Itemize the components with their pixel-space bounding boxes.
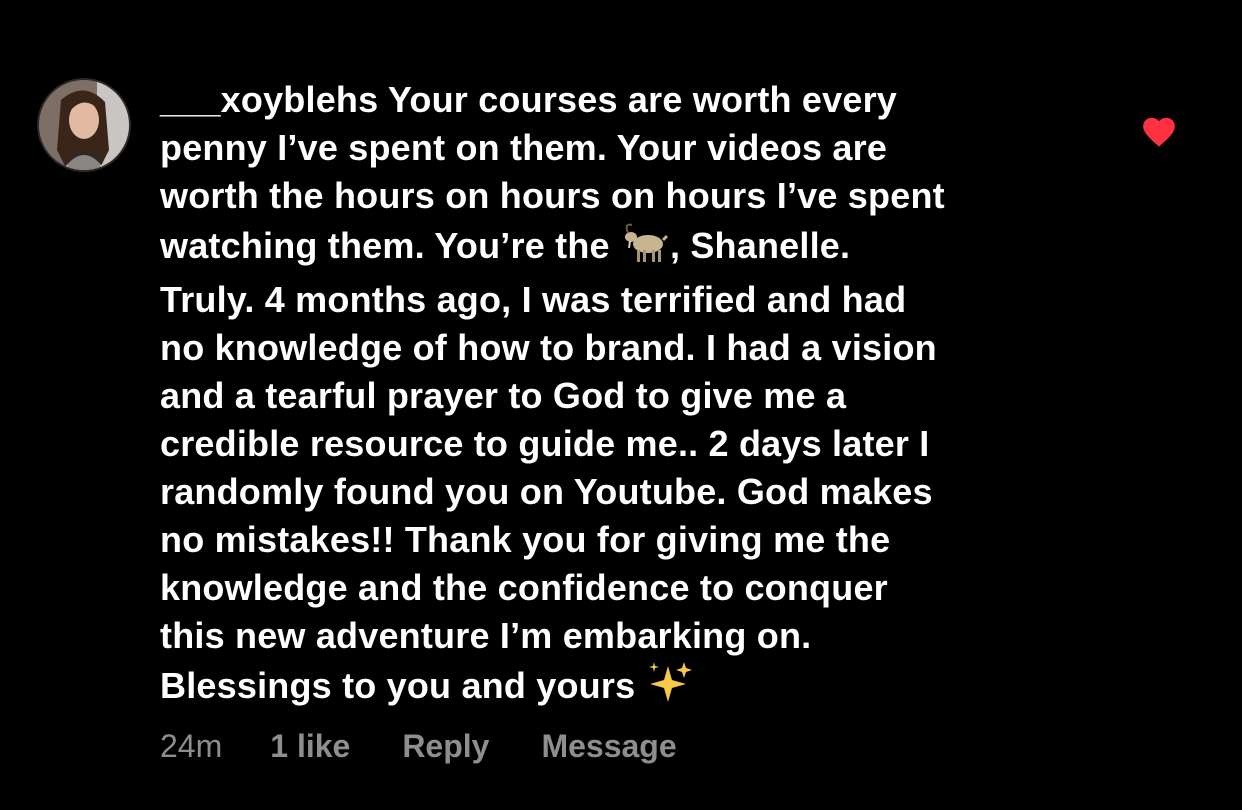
comment-line-10: no mistakes!! Thank you for giving me th… — [160, 519, 891, 560]
comment-line-12: this new adventure I’m embarking on. — [160, 615, 812, 656]
avatar-photo — [39, 80, 129, 170]
comment-line-4: watching them. You’re the , Shanelle. — [160, 220, 1090, 276]
comment-line-6: no knowledge of how to brand. I had a vi… — [160, 327, 937, 368]
message-button[interactable]: Message — [541, 724, 676, 768]
comment-line-11: knowledge and the confidence to conquer — [160, 567, 888, 608]
heart-filled-icon — [1143, 117, 1175, 147]
comment-line-8: credible resource to guide me.. 2 days l… — [160, 423, 930, 464]
comment-line-2: penny I’ve spent on them. Your videos ar… — [160, 127, 888, 168]
like-heart-button[interactable] — [1140, 113, 1178, 151]
comment-line-13: Blessings to you and yours — [160, 660, 1090, 716]
comment-username[interactable]: ___xoyblehs — [160, 79, 378, 120]
comment-body: ___xoyblehs Your courses are worth every… — [160, 76, 1090, 716]
comment-line-1: ___xoyblehs Your courses are worth every — [160, 79, 898, 120]
likes-count[interactable]: 1 like — [270, 724, 350, 768]
comment-line-5: Truly. 4 months ago, I was terrified and… — [160, 279, 907, 320]
sparkles-emoji — [646, 660, 694, 716]
comment-meta: 24m 1 like Reply Message — [160, 724, 677, 768]
reply-button[interactable]: Reply — [402, 724, 489, 768]
comment-timestamp: 24m — [160, 728, 223, 764]
comment-line-7: and a tearful prayer to God to give me a — [160, 375, 847, 416]
avatar[interactable] — [37, 78, 131, 172]
comment-line-9: randomly found you on Youtube. God makes — [160, 471, 933, 512]
goat-emoji — [620, 220, 670, 276]
comment-line-3: worth the hours on hours on hours I’ve s… — [160, 175, 945, 216]
